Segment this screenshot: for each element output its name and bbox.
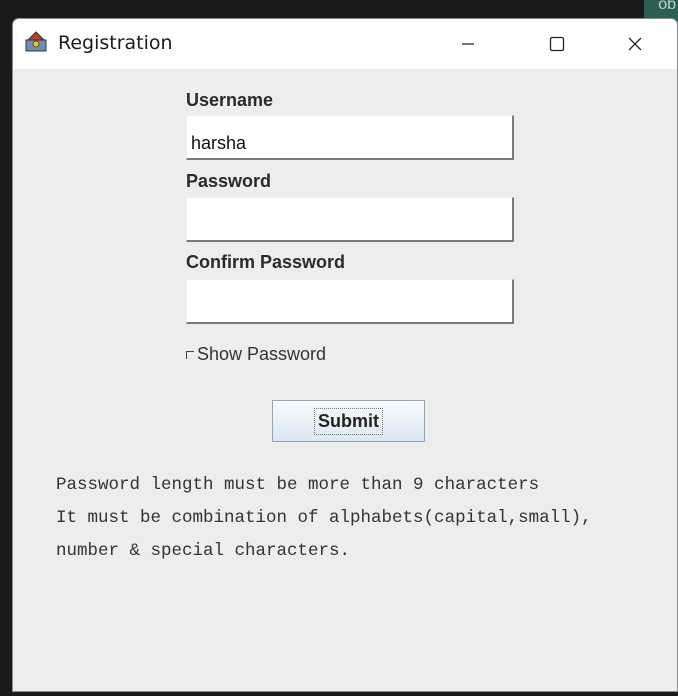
requirement-line-1: Password length must be more than 9 char… [56,475,540,495]
window-title: Registration [58,32,173,54]
registration-window: Registration Username Password Confirm P… [12,18,678,692]
password-field[interactable] [186,197,514,242]
username-field[interactable] [186,115,514,160]
password-label: Password [186,171,272,191]
background-text: ob [658,0,676,13]
minimize-button[interactable] [436,19,500,69]
maximize-button[interactable] [525,19,589,69]
requirement-line-3: number & special characters. [56,541,351,561]
show-password-checkbox[interactable]: Show Password [186,343,326,365]
confirm-password-field[interactable] [186,279,514,324]
java-app-icon [25,31,47,52]
password-requirements-text: Password length must be more than 9 char… [56,469,677,568]
title-bar[interactable]: Registration [13,19,677,69]
show-password-label: Show Password [197,343,327,364]
requirement-line-2: It must be combination of alphabets(capi… [56,508,592,528]
submit-button[interactable]: Submit [272,400,425,442]
confirm-password-label: Confirm Password [186,252,346,272]
minimize-icon [462,43,474,45]
checkbox-icon[interactable] [186,351,194,359]
username-label: Username [186,90,274,110]
maximize-icon [549,36,565,52]
submit-button-label: Submit [314,407,383,435]
close-button[interactable] [603,19,667,69]
close-icon [628,37,642,51]
